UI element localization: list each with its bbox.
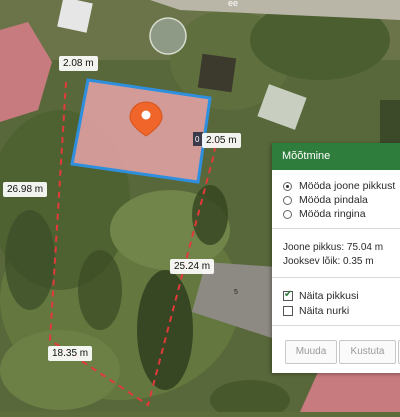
panel-title: Mõõtmine <box>272 143 400 170</box>
panel-divider <box>272 325 400 326</box>
radio-line-length[interactable] <box>283 181 292 191</box>
street-name-fragment: ee <box>228 0 238 8</box>
show-angles-toggle[interactable]: Näita nurki <box>283 303 400 318</box>
show-lengths-toggle[interactable]: Näita pikkusi <box>283 288 400 303</box>
show-lengths-label: Näita pikkusi <box>299 289 359 302</box>
segment-length-label: 26.98 m <box>3 182 48 197</box>
measurement-panel: Mõõtmine Mööda joone pikkust Mööda pinda… <box>272 143 400 373</box>
option-line-length[interactable]: Mööda joone pikkust <box>283 179 400 193</box>
option-circle[interactable]: Mööda ringina <box>283 207 400 221</box>
show-angles-checkbox[interactable] <box>283 305 293 316</box>
option-circle-label: Mööda ringina <box>299 208 366 220</box>
delete-button[interactable]: Kustuta <box>339 340 396 364</box>
radio-circle[interactable] <box>283 209 292 219</box>
segment-length-label: 2.05 m <box>202 133 241 148</box>
option-line-length-label: Mööda joone pikkust <box>299 180 396 192</box>
radio-area[interactable] <box>283 195 292 205</box>
running-segment-readout: Jooksev lõik: 0.35 m <box>283 256 374 267</box>
show-lengths-checkbox[interactable] <box>283 289 293 301</box>
segment-length-label: 25.24 m <box>170 259 215 274</box>
option-area-label: Mööda pindala <box>299 194 368 206</box>
segment-length-label: 18.35 m <box>48 346 93 361</box>
show-angles-label: Näita nurki <box>299 304 350 317</box>
option-area[interactable]: Mööda pindala <box>283 193 400 207</box>
segment-length-label: 2.08 m <box>59 56 98 71</box>
vertex-marker-label: 0 <box>195 135 200 144</box>
edit-button[interactable]: Muuda <box>285 340 337 364</box>
line-length-readout: Joone pikkus: 75.04 m <box>283 242 384 253</box>
house-number: 5 <box>234 289 238 296</box>
